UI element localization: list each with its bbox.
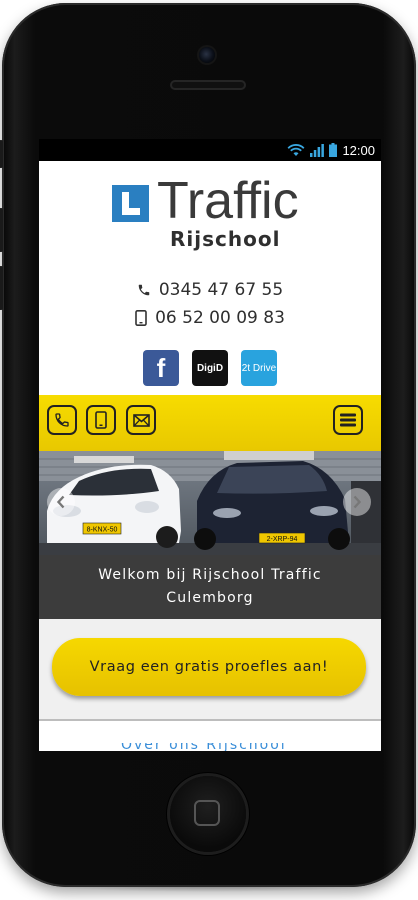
image-slider[interactable]: 8-KNX-50 2-XRP-94	[39, 451, 381, 555]
cars-photo: 8-KNX-50 2-XRP-94	[39, 451, 381, 555]
digid-icon[interactable]: DigiD	[192, 350, 228, 386]
front-camera	[199, 47, 215, 63]
caption-line-1: Welkom bij Rijschool Traffic	[98, 567, 322, 583]
facebook-icon[interactable]: f	[143, 350, 179, 386]
earpiece-speaker	[170, 80, 246, 90]
volume-down-button	[0, 266, 3, 310]
mail-icon	[132, 413, 150, 427]
signal-icon	[310, 143, 325, 157]
slider-caption: Welkom bij Rijschool Traffic Culemborg	[39, 555, 381, 619]
section-divider	[39, 719, 381, 721]
status-time: 12:00	[342, 142, 375, 158]
chevron-right-icon	[353, 495, 362, 509]
mobile-row[interactable]: 06 52 00 09 83	[39, 304, 381, 332]
battery-icon	[329, 143, 338, 157]
slider-next-button[interactable]	[343, 488, 371, 516]
home-button[interactable]	[170, 776, 246, 852]
call-button[interactable]	[47, 405, 77, 435]
mobile-icon	[95, 411, 107, 429]
teaser-text: Over ons Rijschool	[121, 743, 287, 751]
brand-subtitle: Rijschool	[170, 227, 281, 251]
brand-name: Traffic	[157, 172, 299, 230]
phone-icon	[138, 284, 150, 296]
status-bar: 12:00	[39, 139, 381, 161]
menu-button[interactable]	[333, 405, 363, 435]
chevron-left-icon	[56, 495, 65, 509]
social-links: f DigiD 2t Drive	[39, 350, 381, 386]
caption-line-2: Culemborg	[166, 590, 254, 606]
black-car-plate: 2-XRP-94	[267, 536, 298, 543]
landline-row[interactable]: 0345 47 67 55	[39, 276, 381, 304]
slider-prev-button[interactable]	[47, 488, 75, 516]
wifi-icon	[288, 143, 305, 156]
free-trial-lesson-button[interactable]: Vraag een gratis proefles aan!	[52, 638, 366, 696]
mobile-number: 06 52 00 09 83	[155, 308, 285, 328]
mute-switch	[0, 140, 3, 168]
navbar	[39, 395, 381, 451]
volume-up-button	[0, 208, 3, 252]
next-section-teaser: Over ons Rijschool	[121, 743, 301, 751]
email-button[interactable]	[126, 405, 156, 435]
landline-number: 0345 47 67 55	[158, 280, 284, 300]
mobile-icon	[135, 310, 147, 326]
2todrive-icon[interactable]: 2t Drive	[241, 350, 277, 386]
home-square-icon	[194, 800, 220, 826]
menu-icon	[340, 413, 356, 427]
mobile-call-button[interactable]	[86, 405, 116, 435]
screen: 12:00 Traffic Rijschool 0345 47 67 55 06…	[39, 139, 381, 751]
phone-icon	[55, 413, 69, 427]
header: Traffic Rijschool	[39, 161, 381, 276]
cta-section: Vraag een gratis proefles aan!	[39, 619, 381, 719]
white-car-plate: 8-KNX-50	[87, 527, 118, 534]
logo-l-badge	[112, 185, 149, 222]
brand-logo[interactable]: Traffic Rijschool	[112, 172, 308, 253]
contact-numbers: 0345 47 67 55 06 52 00 09 83	[39, 276, 381, 332]
